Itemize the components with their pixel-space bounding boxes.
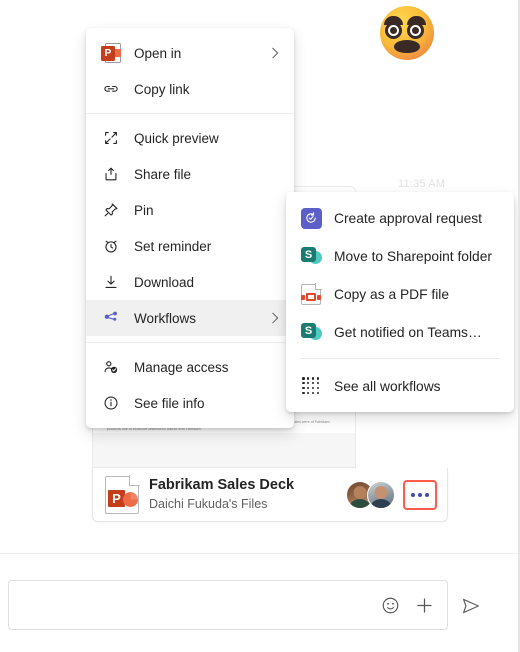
sharepoint-icon: S xyxy=(300,245,322,267)
approvals-icon xyxy=(300,207,322,229)
chat-divider xyxy=(0,553,520,554)
menu-item-label: Manage access xyxy=(134,359,229,375)
submenu-item-label: Get notified on Teams… xyxy=(334,324,482,340)
emoji-face-shape xyxy=(380,6,434,60)
compose-input-box[interactable] xyxy=(8,580,448,630)
emoji-mustache xyxy=(394,40,420,53)
download-icon xyxy=(100,271,122,293)
workflows-icon xyxy=(100,307,122,329)
app-grid-icon xyxy=(300,375,322,397)
menu-item-open-in[interactable]: P Open in xyxy=(86,35,294,71)
avatar-group xyxy=(346,480,395,509)
menu-item-quick-preview[interactable]: Quick preview xyxy=(86,120,294,156)
info-icon xyxy=(100,392,122,414)
menu-item-label: Open in xyxy=(134,45,182,61)
file-name: Fabrikam Sales Deck xyxy=(149,476,295,493)
submenu-item-move-to-sharepoint-folder[interactable]: S Move to Sharepoint folder xyxy=(286,237,514,275)
menu-item-label: Copy link xyxy=(134,81,190,97)
menu-item-share-file[interactable]: Share file xyxy=(86,156,294,192)
workflows-submenu[interactable]: Create approval request S Move to Sharep… xyxy=(286,192,514,412)
submenu-separator xyxy=(300,358,500,359)
menu-item-label: Workflows xyxy=(134,310,197,326)
menu-item-label: See file info xyxy=(134,395,205,411)
submenu-item-get-notified-on-teams[interactable]: S Get notified on Teams… xyxy=(286,313,514,351)
app-root: 11:35 AM Fabrikam's worldwide sales topp… xyxy=(0,0,520,652)
message-timestamp: 11:35 AM xyxy=(398,178,446,190)
message-input[interactable] xyxy=(9,581,373,629)
menu-item-workflows[interactable]: Workflows xyxy=(86,300,294,336)
menu-separator xyxy=(86,113,294,114)
submenu-item-label: Move to Sharepoint folder xyxy=(334,248,492,264)
plus-icon[interactable] xyxy=(407,588,441,622)
menu-item-set-reminder[interactable]: Set reminder xyxy=(86,228,294,264)
powerpoint-file-icon: P xyxy=(105,474,140,514)
menu-item-label: Quick preview xyxy=(134,130,219,146)
menu-item-label: Set reminder xyxy=(134,238,212,254)
chevron-right-icon xyxy=(268,46,282,60)
pin-icon xyxy=(100,199,122,221)
preview-footer xyxy=(93,433,355,467)
link-icon xyxy=(100,78,122,100)
emoji-eye-right xyxy=(407,22,424,39)
pdf-file-icon xyxy=(300,282,322,305)
emoji-eye-left xyxy=(385,22,402,39)
file-card-meta: Fabrikam Sales Deck Daichi Fukuda's File… xyxy=(139,476,346,513)
more-dot xyxy=(425,492,429,497)
submenu-item-see-all-workflows[interactable]: See all workflows xyxy=(286,367,514,405)
avatar xyxy=(367,480,395,509)
powerpoint-app-icon: P xyxy=(100,42,122,64)
submenu-item-copy-as-pdf[interactable]: Copy as a PDF file xyxy=(286,275,514,313)
file-location: Daichi Fukuda's Files xyxy=(149,496,268,511)
menu-item-copy-link[interactable]: Copy link xyxy=(86,71,294,107)
share-icon xyxy=(100,163,122,185)
disguised-face-emoji xyxy=(378,4,436,62)
sharepoint-icon: S xyxy=(300,321,322,343)
emoji-smiley-icon[interactable] xyxy=(373,588,407,622)
menu-item-download[interactable]: Download xyxy=(86,264,294,300)
submenu-item-create-approval-request[interactable]: Create approval request xyxy=(286,199,514,237)
menu-item-see-file-info[interactable]: See file info xyxy=(86,385,294,421)
menu-separator xyxy=(86,342,294,343)
submenu-item-label: Copy as a PDF file xyxy=(334,286,450,302)
menu-item-label: Download xyxy=(134,274,195,290)
send-arrow-icon[interactable] xyxy=(456,594,486,618)
menu-item-manage-access[interactable]: Manage access xyxy=(86,349,294,385)
submenu-item-label: See all workflows xyxy=(334,378,441,394)
submenu-item-label: Create approval request xyxy=(334,210,483,226)
file-attachment-card[interactable]: P Fabrikam Sales Deck Daichi Fukuda's Fi… xyxy=(92,468,448,522)
manage-access-icon xyxy=(100,356,122,378)
chevron-right-icon xyxy=(268,311,282,325)
message-compose-bar xyxy=(0,570,520,652)
file-context-menu[interactable]: P Open in Copy link Quick preview Share … xyxy=(86,28,294,428)
menu-item-pin[interactable]: Pin xyxy=(86,192,294,228)
quick-preview-icon xyxy=(100,127,122,149)
alarm-clock-icon xyxy=(100,235,122,257)
more-dot xyxy=(411,492,415,497)
more-options-button[interactable] xyxy=(403,479,437,510)
more-dot xyxy=(418,492,422,497)
menu-item-label: Share file xyxy=(134,166,192,182)
menu-item-label: Pin xyxy=(134,202,154,218)
